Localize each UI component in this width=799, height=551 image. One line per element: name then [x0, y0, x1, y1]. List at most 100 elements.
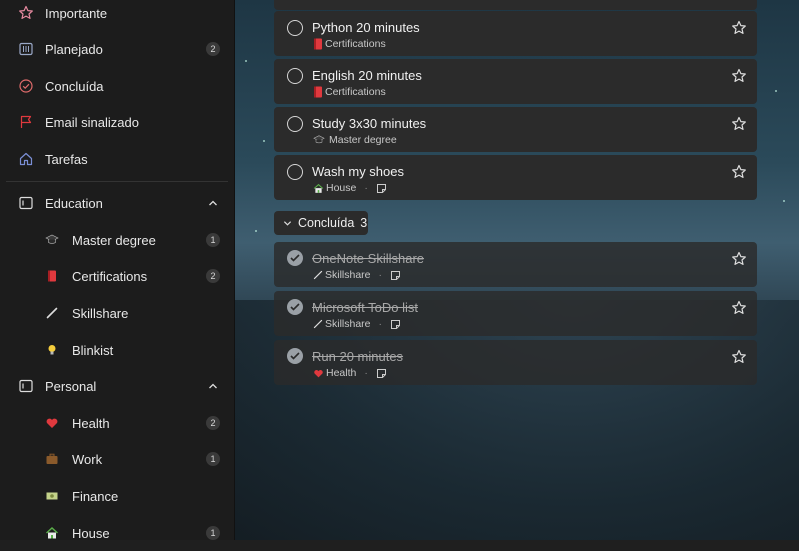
- house-icon: [313, 183, 324, 193]
- task-card[interactable]: Python 20 minutes Certifications: [274, 11, 757, 56]
- task-title: Run 20 minutes: [312, 349, 404, 364]
- task-card[interactable]: [274, 0, 757, 10]
- complete-checkbox[interactable]: [287, 116, 303, 132]
- count-badge: 2: [206, 42, 220, 56]
- sidebar-item-label: Planejado: [45, 41, 103, 57]
- complete-checkbox[interactable]: [287, 68, 303, 84]
- completed-section-toggle[interactable]: Concluída 3: [274, 211, 368, 235]
- star-icon[interactable]: [731, 300, 747, 316]
- sidebar-item-label: Certifications: [72, 268, 148, 284]
- group-personal[interactable]: Personal: [0, 368, 234, 404]
- complete-checkbox[interactable]: [287, 164, 303, 180]
- heart-icon: [314, 369, 323, 377]
- graduation-cap-icon: [43, 231, 61, 249]
- chevron-up-icon[interactable]: [208, 198, 218, 208]
- group-label: Education: [45, 195, 103, 211]
- briefcase-icon: [43, 450, 61, 468]
- calendar-icon: [17, 40, 35, 58]
- completed-task-card[interactable]: Run 20 minutes Health ·: [274, 340, 757, 385]
- sidebar-list-blinkist[interactable]: Blinkist: [0, 332, 234, 368]
- background-star: [255, 230, 257, 232]
- section-label: Concluída: [298, 216, 355, 230]
- background-star: [263, 140, 265, 142]
- sidebar-list-master-degree[interactable]: Master degree 1: [0, 222, 234, 258]
- task-list-name: Health: [326, 367, 357, 379]
- task-list-name: Certifications: [325, 86, 386, 98]
- group-education[interactable]: Education: [0, 185, 234, 221]
- task-title: Wash my shoes: [312, 164, 404, 179]
- chevron-down-icon: [283, 220, 292, 226]
- task-title: English 20 minutes: [312, 68, 422, 83]
- sidebar-list-skillshare[interactable]: Skillshare: [0, 295, 234, 331]
- task-card[interactable]: English 20 minutes Certifications: [274, 59, 757, 104]
- pencil-icon: [43, 304, 61, 322]
- completed-checkbox[interactable]: [287, 348, 303, 364]
- sidebar-item-importante[interactable]: Importante: [0, 0, 234, 31]
- sidebar-item-label: Health: [72, 415, 110, 431]
- completed-task-card[interactable]: OneNote Skillshare Skillshare ·: [274, 242, 757, 287]
- sidebar-item-label: Tarefas: [45, 151, 88, 167]
- task-card[interactable]: Study 3x30 minutes Master degree: [274, 107, 757, 152]
- star-icon[interactable]: [731, 116, 747, 132]
- group-label: Personal: [45, 378, 97, 394]
- sidebar-item-label: Work: [72, 451, 103, 467]
- star-icon[interactable]: [731, 20, 747, 36]
- count-badge: 2: [206, 269, 220, 283]
- group-icon: [17, 194, 35, 212]
- star-icon[interactable]: [731, 164, 747, 180]
- graduation-cap-icon: [313, 135, 325, 144]
- task-title: Study 3x30 minutes: [312, 116, 427, 131]
- completed-task-card[interactable]: Microsoft ToDo list Skillshare ·: [274, 291, 757, 336]
- sidebar-list-health[interactable]: Health 2: [0, 405, 234, 441]
- task-title: Python 20 minutes: [312, 20, 420, 35]
- sidebar-item-label: House: [72, 525, 110, 541]
- note-icon: [391, 270, 401, 280]
- task-card[interactable]: Wash my shoes House ·: [274, 155, 757, 200]
- house-icon: [43, 524, 61, 542]
- separator-dot: ·: [364, 182, 368, 194]
- sidebar-list-finance[interactable]: Finance: [0, 478, 234, 514]
- star-icon[interactable]: [731, 68, 747, 84]
- section-count: 3: [360, 216, 368, 230]
- star-icon[interactable]: [731, 349, 747, 365]
- background-star: [783, 200, 785, 202]
- star-icon[interactable]: [731, 251, 747, 267]
- sidebar-list-work[interactable]: Work 1: [0, 441, 234, 477]
- background-dunes: [235, 300, 799, 540]
- red-book-icon: [314, 86, 322, 98]
- heart-icon: [43, 414, 61, 432]
- background-star: [245, 60, 247, 62]
- separator-dot: ·: [364, 367, 368, 379]
- separator-dot: ·: [378, 318, 383, 330]
- sidebar-item-label: Email sinalizado: [45, 114, 139, 130]
- sidebar: Importante Planejado 2 Concluída Email s…: [0, 0, 235, 541]
- complete-checkbox[interactable]: [287, 20, 303, 36]
- red-book-icon: [314, 38, 322, 50]
- task-list-name: House: [326, 182, 357, 194]
- note-icon: [376, 183, 386, 193]
- completed-checkbox[interactable]: [287, 250, 303, 266]
- count-badge: 1: [206, 452, 220, 466]
- sidebar-item-concluida[interactable]: Concluída: [0, 68, 234, 104]
- pencil-icon: [313, 270, 323, 280]
- sidebar-item-label: Concluída: [45, 78, 104, 94]
- chevron-up-icon[interactable]: [208, 381, 218, 391]
- sidebar-item-tarefas[interactable]: Tarefas: [0, 141, 234, 177]
- background-star: [775, 90, 777, 92]
- note-icon: [376, 368, 386, 378]
- sidebar-item-planejado[interactable]: Planejado 2: [0, 31, 234, 67]
- completed-checkbox[interactable]: [287, 299, 303, 315]
- count-badge: 1: [206, 526, 220, 540]
- task-meta: Certifications: [313, 86, 386, 98]
- sidebar-item-email-sinalizado[interactable]: Email sinalizado: [0, 104, 234, 140]
- separator-dot: ·: [378, 269, 383, 281]
- sidebar-item-label: Importante: [45, 5, 108, 21]
- task-meta: Certifications: [313, 38, 386, 50]
- task-list-name: Certifications: [325, 38, 386, 50]
- sidebar-list-house[interactable]: House 1: [0, 515, 234, 551]
- task-list-name: Skillshare: [325, 318, 371, 330]
- sidebar-list-certifications[interactable]: Certifications 2: [0, 258, 234, 294]
- sidebar-item-label: Skillshare: [72, 305, 129, 321]
- task-list-name: Master degree: [329, 134, 397, 146]
- count-badge: 2: [206, 416, 220, 430]
